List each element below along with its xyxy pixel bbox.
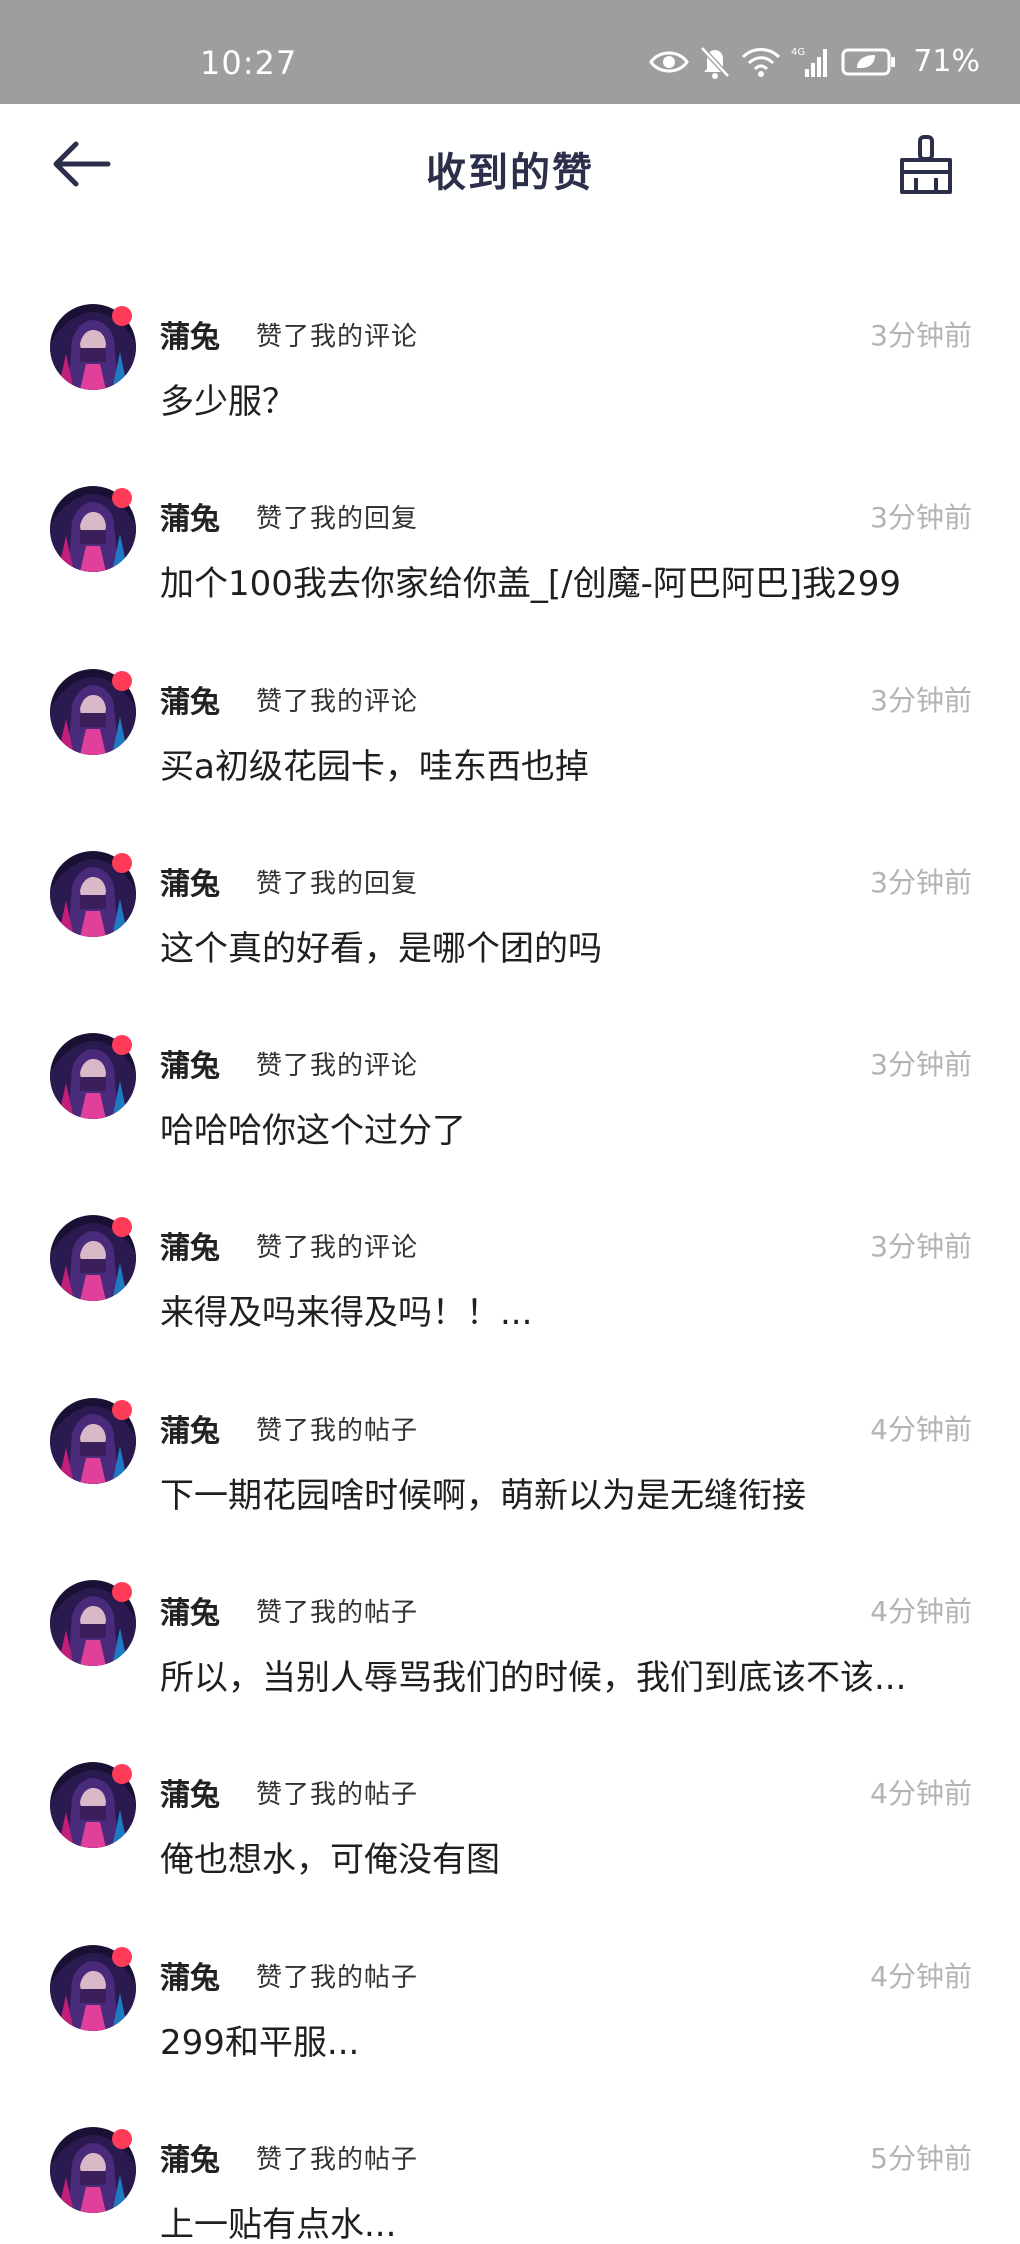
user-name[interactable]: 蒲兔	[160, 1953, 220, 1997]
user-name[interactable]: 蒲兔	[160, 1406, 220, 1450]
like-action: 赞了我的评论	[256, 322, 419, 352]
eye-icon	[649, 48, 690, 76]
liked-content[interactable]: 上一贴有点水...	[160, 2197, 396, 2244]
svg-text:4G: 4G	[791, 47, 805, 58]
list-item[interactable]: 蒲兔 赞了我的评论 3分钟前 哈哈哈你这个过分了	[0, 953, 1020, 1151]
like-action: 赞了我的评论	[256, 1233, 419, 1264]
unread-dot	[112, 2128, 132, 2149]
timestamp: 3分钟前	[870, 319, 972, 352]
like-action: 赞了我的帖子	[256, 1598, 419, 1629]
user-name[interactable]: 蒲兔	[160, 1223, 220, 1267]
like-action: 赞了我的帖子	[256, 1780, 419, 1811]
list-item[interactable]: 蒲兔 赞了我的帖子 4分钟前 俺也想水，可俺没有图	[0, 1682, 1020, 1880]
timestamp: 4分钟前	[870, 1595, 972, 1629]
like-action: 赞了我的帖子	[256, 1415, 419, 1446]
unread-dot	[112, 1582, 132, 1603]
broom-icon	[896, 135, 956, 200]
list-item[interactable]: 蒲兔 赞了我的帖子 4分钟前 下一期花园啥时候啊，萌新以为是无缝衔接	[0, 1318, 1020, 1516]
timestamp: 3分钟前	[870, 501, 972, 535]
status-bar: 10:27 4G 71%	[0, 0, 1020, 104]
battery-icon	[841, 47, 897, 77]
4g-signal-icon: 4G	[791, 45, 831, 79]
timestamp: 4分钟前	[870, 1777, 972, 1811]
user-name[interactable]: 蒲兔	[160, 2135, 220, 2179]
timestamp: 3分钟前	[870, 1230, 972, 1264]
user-name[interactable]: 蒲兔	[160, 312, 220, 356]
status-time: 10:27	[200, 44, 298, 82]
like-action: 赞了我的评论	[256, 1051, 419, 1082]
unread-dot	[112, 306, 132, 326]
user-name[interactable]: 蒲兔	[160, 677, 220, 721]
header: 收到的赞	[0, 104, 1020, 224]
list-item[interactable]: 蒲兔 赞了我的帖子 5分钟前 上一贴有点水...	[0, 2047, 1020, 2244]
like-action: 赞了我的回复	[256, 504, 419, 535]
unread-dot	[112, 852, 132, 873]
timestamp: 5分钟前	[870, 2141, 972, 2175]
timestamp: 4分钟前	[870, 1959, 972, 1993]
timestamp: 3分钟前	[870, 683, 972, 717]
likes-list: 蒲兔 赞了我的评论 3分钟前 多少服？ 蒲兔 赞了我的回复 3分钟前 加个100…	[0, 224, 1020, 2244]
wifi-icon	[741, 47, 781, 77]
timestamp: 3分钟前	[870, 865, 972, 899]
like-action: 赞了我的回复	[256, 868, 419, 899]
list-item[interactable]: 蒲兔 赞了我的帖子 4分钟前 所以，当别人辱骂我们的时候，我们到底该不该...	[0, 1500, 1020, 1698]
like-action: 赞了我的帖子	[256, 1962, 419, 1993]
list-item[interactable]: 蒲兔 赞了我的回复 3分钟前 加个100我去你家给你盖_[/创魔-阿巴阿巴]我2…	[0, 406, 1020, 604]
page-title: 收到的赞	[426, 150, 594, 196]
unread-dot	[112, 670, 132, 691]
user-name[interactable]: 蒲兔	[160, 1588, 220, 1632]
list-item[interactable]: 蒲兔 赞了我的评论 3分钟前 多少服？	[0, 224, 1020, 422]
list-item[interactable]: 蒲兔 赞了我的评论 3分钟前 来得及吗来得及吗！！...	[0, 1135, 1020, 1333]
like-action: 赞了我的评论	[256, 686, 419, 717]
user-name[interactable]: 蒲兔	[160, 859, 220, 903]
list-item[interactable]: 蒲兔 赞了我的评论 3分钟前 买a初级花园卡，哇东西也掉	[0, 589, 1020, 787]
timestamp: 3分钟前	[870, 1048, 972, 1082]
list-item[interactable]: 蒲兔 赞了我的帖子 4分钟前 299和平服...	[0, 1865, 1020, 2063]
clear-button[interactable]	[896, 134, 956, 196]
unread-dot	[112, 1946, 132, 1967]
status-icons: 4G 71%	[649, 44, 980, 79]
list-item[interactable]: 蒲兔 赞了我的回复 3分钟前 这个真的好看，是哪个团的吗	[0, 771, 1020, 969]
user-name[interactable]: 蒲兔	[160, 1770, 220, 1814]
user-name[interactable]: 蒲兔	[160, 494, 220, 538]
unread-dot	[112, 1399, 132, 1420]
timestamp: 4分钟前	[870, 1412, 972, 1446]
mute-bell-icon	[699, 45, 731, 79]
battery-percentage: 71%	[913, 44, 980, 79]
user-name[interactable]: 蒲兔	[160, 1041, 220, 1085]
like-action: 赞了我的帖子	[256, 2144, 419, 2175]
